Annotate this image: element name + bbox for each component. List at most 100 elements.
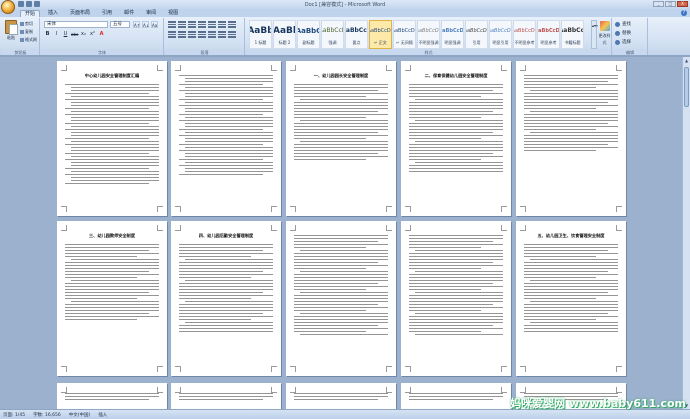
justify-icon[interactable] [198,31,206,38]
style-item[interactable]: AaBbCcDc 不明显强调 [417,20,440,49]
redo-icon[interactable] [34,1,40,7]
document-page[interactable]: 一、幼儿园园长安全管理制度 [286,61,396,216]
document-page[interactable] [171,61,281,216]
tab-review[interactable]: 审阅 [142,10,160,17]
style-name: 不明显强调 [418,40,439,45]
text-line [300,141,388,142]
minimize-button[interactable]: _ [653,1,664,7]
document-page[interactable] [516,61,626,216]
copy-button[interactable]: 复制 [20,29,33,35]
underline-button[interactable]: U [62,31,69,38]
save-icon[interactable] [18,1,24,7]
document-page[interactable]: 中心幼儿园安全管理制度汇编 [57,61,167,216]
shading-icon[interactable] [218,31,226,38]
maximize-button[interactable]: □ [665,1,676,7]
document-page[interactable] [57,383,167,409]
find-button[interactable]: 查找 [615,21,631,27]
grow-font-button[interactable]: A↑ [133,21,140,28]
superscript-button[interactable]: x² [89,31,96,38]
decrease-indent-icon[interactable] [198,21,206,28]
line-spacing-icon[interactable] [208,31,216,38]
document-workspace[interactable]: 中心幼儿园安全管理制度汇编 一、幼儿园园长安全管理制度 二、保育保健幼儿园安全管理制… [0,57,682,409]
crop-mark [290,366,296,372]
editing-group: 查找 替换 选择 编辑 [613,18,648,55]
align-left-icon[interactable] [168,31,176,38]
word-count[interactable]: 字数: 16,656 [33,412,61,418]
increase-indent-icon[interactable] [208,21,216,28]
text-line [65,183,149,184]
style-item[interactable]: AaBl 标题 2 [273,20,296,49]
style-item[interactable]: AaBbCcDc ↵ 无间隔 [393,20,416,49]
sort-icon[interactable] [218,21,226,28]
strikethrough-button[interactable]: abe [71,31,78,38]
align-center-icon[interactable] [178,31,186,38]
style-item[interactable]: AaBbCcDc 引用 [465,20,488,49]
tab-page-layout[interactable]: 页面布局 [66,10,94,17]
borders-icon[interactable] [228,31,236,38]
style-item[interactable]: AaBbCcDc 明显参考 [537,20,560,49]
text-line [65,247,159,248]
document-page[interactable]: 三、幼儿园教师安全制度 [57,221,167,376]
font-size-select[interactable]: 五号 [110,21,130,28]
style-item[interactable]: AaBbCcDc 明显强调 [441,20,464,49]
document-page[interactable] [401,221,511,376]
style-item[interactable]: AaBb 1 标题 [249,20,272,49]
replace-icon [615,30,620,36]
document-page[interactable] [286,383,396,409]
change-styles-button[interactable]: 更改样式 [598,20,611,49]
style-gallery-scroll[interactable]: ▴▾▿ [591,20,598,49]
help-icon[interactable]: ? [681,10,687,16]
document-page[interactable]: 五、幼儿园卫生、饮食管理安全制度 [516,221,626,376]
language-indicator[interactable]: 中文(中国) [69,412,91,418]
multilevel-list-icon[interactable] [188,21,196,28]
vertical-scrollbar[interactable]: ▲ ▼ [682,57,690,409]
cut-button[interactable]: 剪切 [20,21,33,27]
paste-button[interactable]: 粘贴 [4,20,18,46]
style-item[interactable]: AaBbCcD 强调 [321,20,344,49]
text-line [179,310,273,311]
document-page[interactable]: 二、保育保健幼儿园安全管理制度 [401,61,511,216]
style-item[interactable]: AaBbCcDc ↵ 正文 [369,20,392,49]
subscript-button[interactable]: x₂ [80,31,87,38]
scroll-up-icon[interactable]: ▲ [684,58,689,63]
document-page[interactable] [401,383,511,409]
text-line [179,396,273,397]
font-color-button[interactable]: A [98,31,105,38]
tab-view[interactable]: 视图 [164,10,182,17]
undo-icon[interactable] [26,1,32,7]
bullets-icon[interactable] [168,21,176,28]
text-line [294,289,366,290]
style-item[interactable]: AaBbC 副标题 [297,20,320,49]
tab-insert[interactable]: 插入 [44,10,62,17]
document-page[interactable] [171,383,281,409]
style-item[interactable]: AaBbCcD 要点 [345,20,368,49]
select-button[interactable]: 选择 [615,39,631,45]
tab-home[interactable]: 开始 [20,10,41,17]
text-line [65,99,159,100]
bold-button[interactable]: B [44,31,51,38]
page-count[interactable]: 页面: 1/45 [3,412,25,418]
document-page[interactable] [286,221,396,376]
italic-button[interactable]: I [53,31,60,38]
text-line [179,144,263,145]
show-marks-icon[interactable] [228,21,236,28]
clear-format-button[interactable]: Aa [151,21,158,28]
tab-references[interactable]: 引用 [98,10,116,17]
numbering-icon[interactable] [178,21,186,28]
font-name-select[interactable]: 宋体 [44,21,108,28]
style-item[interactable]: AaBbCcDc 明显引用 [489,20,512,49]
replace-button[interactable]: 替换 [615,30,631,36]
format-painter-button[interactable]: 格式刷 [20,37,37,43]
office-button-icon[interactable] [1,0,15,14]
insert-mode[interactable]: 插入 [98,412,107,418]
text-line [524,96,618,97]
align-right-icon[interactable] [188,31,196,38]
text-line [185,322,273,323]
style-item[interactable]: AaBbCcI 书籍标题 [561,20,584,49]
scrollbar-thumb[interactable] [684,67,689,107]
document-page[interactable]: 四、幼儿园后勤安全管理制度 [171,221,281,376]
style-item[interactable]: AaBbCcDc 不明显参考 [513,20,536,49]
close-button[interactable]: X [677,1,688,7]
shrink-font-button[interactable]: A↓ [142,21,149,28]
tab-mailings[interactable]: 邮件 [120,10,138,17]
